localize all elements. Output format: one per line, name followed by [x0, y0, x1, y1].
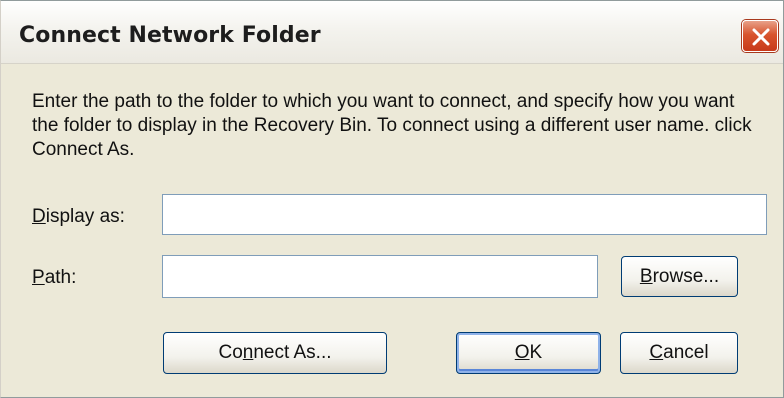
display-as-input[interactable]	[162, 194, 767, 235]
connect-as-mnemonic: n	[242, 342, 254, 363]
path-input[interactable]	[162, 255, 598, 298]
path-label: Path:	[32, 267, 76, 289]
cancel-button[interactable]: Cancel	[620, 332, 738, 374]
display-as-label: Display as:	[32, 206, 125, 228]
connect-as-label-rest: nect As...	[253, 342, 332, 363]
instructions-text: Enter the path to the folder to which yo…	[32, 91, 752, 160]
browse-button[interactable]: Browse...	[621, 256, 738, 297]
connect-as-button[interactable]: Co n nect As...	[163, 332, 387, 374]
ok-label: K	[529, 342, 543, 363]
display-as-label-text: isplay as:	[45, 206, 125, 227]
browse-mnemonic: B	[639, 265, 653, 287]
close-button[interactable]	[742, 20, 778, 52]
ok-button[interactable]: OK	[456, 332, 601, 374]
cancel-label: ancel	[663, 342, 709, 363]
dialog-title: Connect Network Folder	[19, 23, 321, 48]
path-mnemonic: P	[32, 267, 45, 288]
title-bar[interactable]: Connect Network Folder	[1, 1, 783, 64]
browse-label: rowse...	[652, 265, 720, 287]
close-icon	[752, 28, 770, 46]
display-as-mnemonic: D	[32, 206, 46, 227]
connect-as-label-pre: Co	[218, 342, 243, 363]
connect-network-folder-dialog: Connect Network Folder Enter the path to…	[0, 0, 784, 398]
ok-mnemonic: O	[514, 342, 530, 363]
path-label-text: ath:	[44, 267, 77, 288]
cancel-mnemonic: C	[649, 342, 664, 363]
